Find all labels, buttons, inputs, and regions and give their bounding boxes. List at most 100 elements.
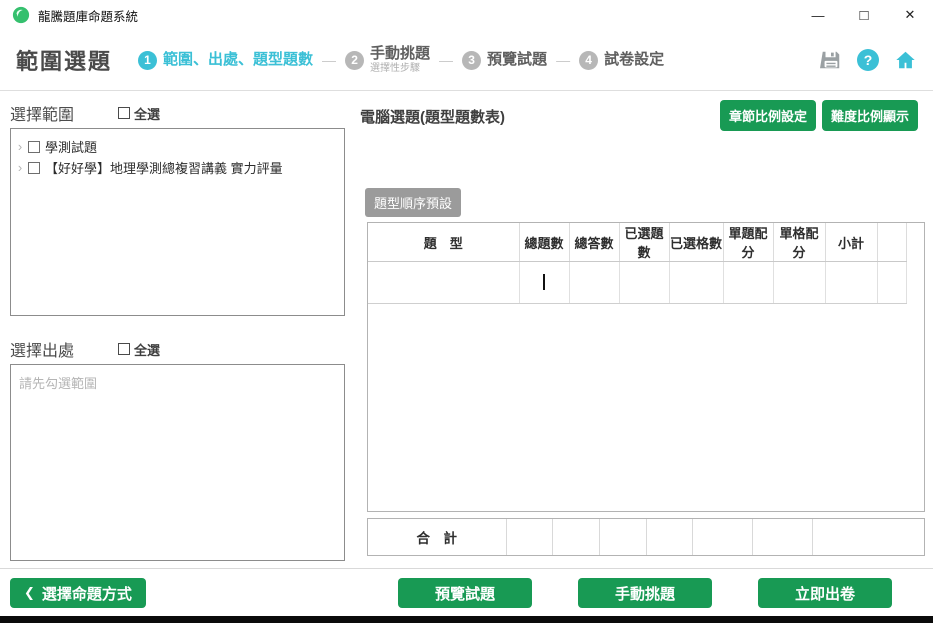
range-tree: › 學測試題 › 【好好學】地理學測總複習講義 實力評量 (10, 128, 345, 316)
save-icon[interactable] (820, 49, 842, 71)
difficulty-ratio-button[interactable]: 難度比例顯示 (822, 100, 918, 131)
cell-points-per-blank[interactable] (773, 262, 825, 304)
type-order-default-button[interactable]: 題型順序預設 (365, 188, 461, 217)
step-4-label: 試卷設定 (604, 52, 664, 69)
total-cell (506, 519, 552, 555)
range-select-all-label: 全選 (134, 104, 160, 123)
table-row (368, 262, 906, 304)
step-2-label: 手動挑題 (370, 46, 430, 63)
home-icon[interactable] (894, 49, 917, 71)
total-cell (552, 519, 599, 555)
manual-pick-button[interactable]: 手動挑題 (578, 578, 712, 608)
total-label: 合 計 (368, 519, 506, 555)
col-points-per-question: 單題配分 (723, 223, 773, 262)
source-select-all-label: 全選 (134, 340, 160, 359)
source-select-all-checkbox[interactable] (118, 343, 130, 355)
range-title: 選擇範圍 (10, 101, 74, 125)
tree-item-label: 學測試題 (45, 137, 97, 156)
step-1-badge: 1 (138, 51, 157, 70)
step-manual-pick[interactable]: 2 手動挑題 選擇性步驟 (345, 46, 430, 75)
range-select-all-checkbox[interactable] (118, 107, 130, 119)
col-points-per-blank: 單格配分 (773, 223, 825, 262)
step-preview-questions[interactable]: 3 預覽試題 (462, 51, 547, 70)
source-placeholder: 請先勾選範圍 (19, 376, 97, 391)
window-title-bar: 龍騰題庫命題系統 — □ ✕ (0, 0, 933, 30)
table-header-row: 題 型 總題數 總答數 已選題數 已選格數 單題配分 單格配分 小計 (368, 223, 906, 262)
computer-select-header: 電腦選題(題型題數表) 章節比例設定 難度比例顯示 (360, 100, 918, 131)
cell-points-per-question[interactable] (723, 262, 773, 304)
expand-chevron-icon[interactable]: › (14, 139, 26, 154)
footer-divider (0, 568, 933, 569)
header-divider (0, 90, 933, 91)
cell-selected-blanks[interactable] (669, 262, 723, 304)
header-action-icons: ? (820, 49, 917, 71)
tree-item-workbook[interactable]: › 【好好學】地理學測總複習講義 實力評量 (14, 157, 341, 178)
col-total-questions: 總題數 (519, 223, 569, 262)
source-section-header: 選擇出處 全選 (10, 336, 345, 362)
total-row: 合 計 (368, 519, 924, 555)
minimize-icon[interactable]: — (795, 0, 841, 30)
window-controls: — □ ✕ (795, 0, 933, 30)
col-total-answers: 總答數 (569, 223, 619, 262)
bottom-strip (0, 616, 933, 623)
back-to-method-button[interactable]: ❮ 選擇命題方式 (10, 578, 146, 608)
expand-chevron-icon[interactable]: › (14, 160, 26, 175)
total-table: 合 計 (368, 519, 924, 555)
col-selected-questions: 已選題數 (619, 223, 669, 262)
step-1-label: 範圍、出處、題型題數 (163, 52, 313, 69)
step-range-source-types[interactable]: 1 範圍、出處、題型題數 (138, 51, 313, 70)
back-button-label: 選擇命題方式 (42, 583, 132, 604)
cell-subtotal[interactable] (825, 262, 877, 304)
source-list: 請先勾選範圍 (10, 364, 345, 561)
wizard-stepper: 1 範圍、出處、題型題數 — 2 手動挑題 選擇性步驟 — 3 預覽試題 — 4… (138, 46, 664, 75)
step-2-badge: 2 (345, 51, 364, 70)
tree-item-checkbox[interactable] (28, 162, 40, 174)
total-cell (692, 519, 752, 555)
page-title: 範圍選題 (16, 44, 112, 76)
cell-total-answers[interactable] (569, 262, 619, 304)
tree-item-label: 【好好學】地理學測總複習講義 實力評量 (45, 158, 283, 177)
computer-select-panel: 電腦選題(題型題數表) 章節比例設定 難度比例顯示 題型順序預設 題 型 總題數… (360, 100, 925, 560)
col-blank (877, 223, 906, 262)
source-section: 選擇出處 全選 請先勾選範圍 (10, 336, 345, 561)
generate-paper-button[interactable]: 立即出卷 (758, 578, 892, 608)
col-question-type: 題 型 (368, 223, 519, 262)
chevron-left-icon: ❮ (24, 585, 35, 601)
left-panel: 選擇範圍 全選 › 學測試題 › 【好好學】地理學測總複習講義 實力評量 選擇出… (10, 100, 345, 561)
text-cursor (543, 274, 545, 290)
source-title: 選擇出處 (10, 337, 74, 361)
total-cell (812, 519, 924, 555)
total-cell (599, 519, 646, 555)
cell-selected-questions[interactable] (619, 262, 669, 304)
help-icon[interactable]: ? (857, 49, 879, 71)
app-title: 龍騰題庫命題系統 (38, 6, 138, 25)
source-select-all[interactable]: 全選 (118, 340, 160, 359)
close-icon[interactable]: ✕ (887, 0, 933, 30)
total-cell (752, 519, 812, 555)
step-separator: — (556, 52, 570, 68)
maximize-icon[interactable]: □ (841, 0, 887, 30)
cell-question-type[interactable] (368, 262, 519, 304)
step-3-badge: 3 (462, 51, 481, 70)
preview-questions-button[interactable]: 預覽試題 (398, 578, 532, 608)
computer-select-title: 電腦選題(題型題數表) (360, 100, 505, 127)
question-type-table-container: 題 型 總題數 總答數 已選題數 已選格數 單題配分 單格配分 小計 (367, 222, 925, 512)
page-header: 範圍選題 1 範圍、出處、題型題數 — 2 手動挑題 選擇性步驟 — 3 預覽試… (0, 30, 933, 90)
cell-total-questions[interactable] (519, 262, 569, 304)
range-section-header: 選擇範圍 全選 (10, 100, 345, 126)
chapter-ratio-button[interactable]: 章節比例設定 (720, 100, 816, 131)
step-4-badge: 4 (579, 51, 598, 70)
tree-item-exam[interactable]: › 學測試題 (14, 136, 341, 157)
step-paper-settings[interactable]: 4 試卷設定 (579, 51, 664, 70)
col-subtotal: 小計 (825, 223, 877, 262)
step-separator: — (322, 52, 336, 68)
total-cell (646, 519, 692, 555)
question-type-table: 題 型 總題數 總答數 已選題數 已選格數 單題配分 單格配分 小計 (368, 223, 907, 304)
step-2-sublabel: 選擇性步驟 (370, 63, 430, 74)
total-row-container: 合 計 (367, 518, 925, 556)
step-3-label: 預覽試題 (487, 52, 547, 69)
tree-item-checkbox[interactable] (28, 141, 40, 153)
range-select-all[interactable]: 全選 (118, 104, 160, 123)
app-logo-icon (12, 6, 30, 24)
step-separator: — (439, 52, 453, 68)
